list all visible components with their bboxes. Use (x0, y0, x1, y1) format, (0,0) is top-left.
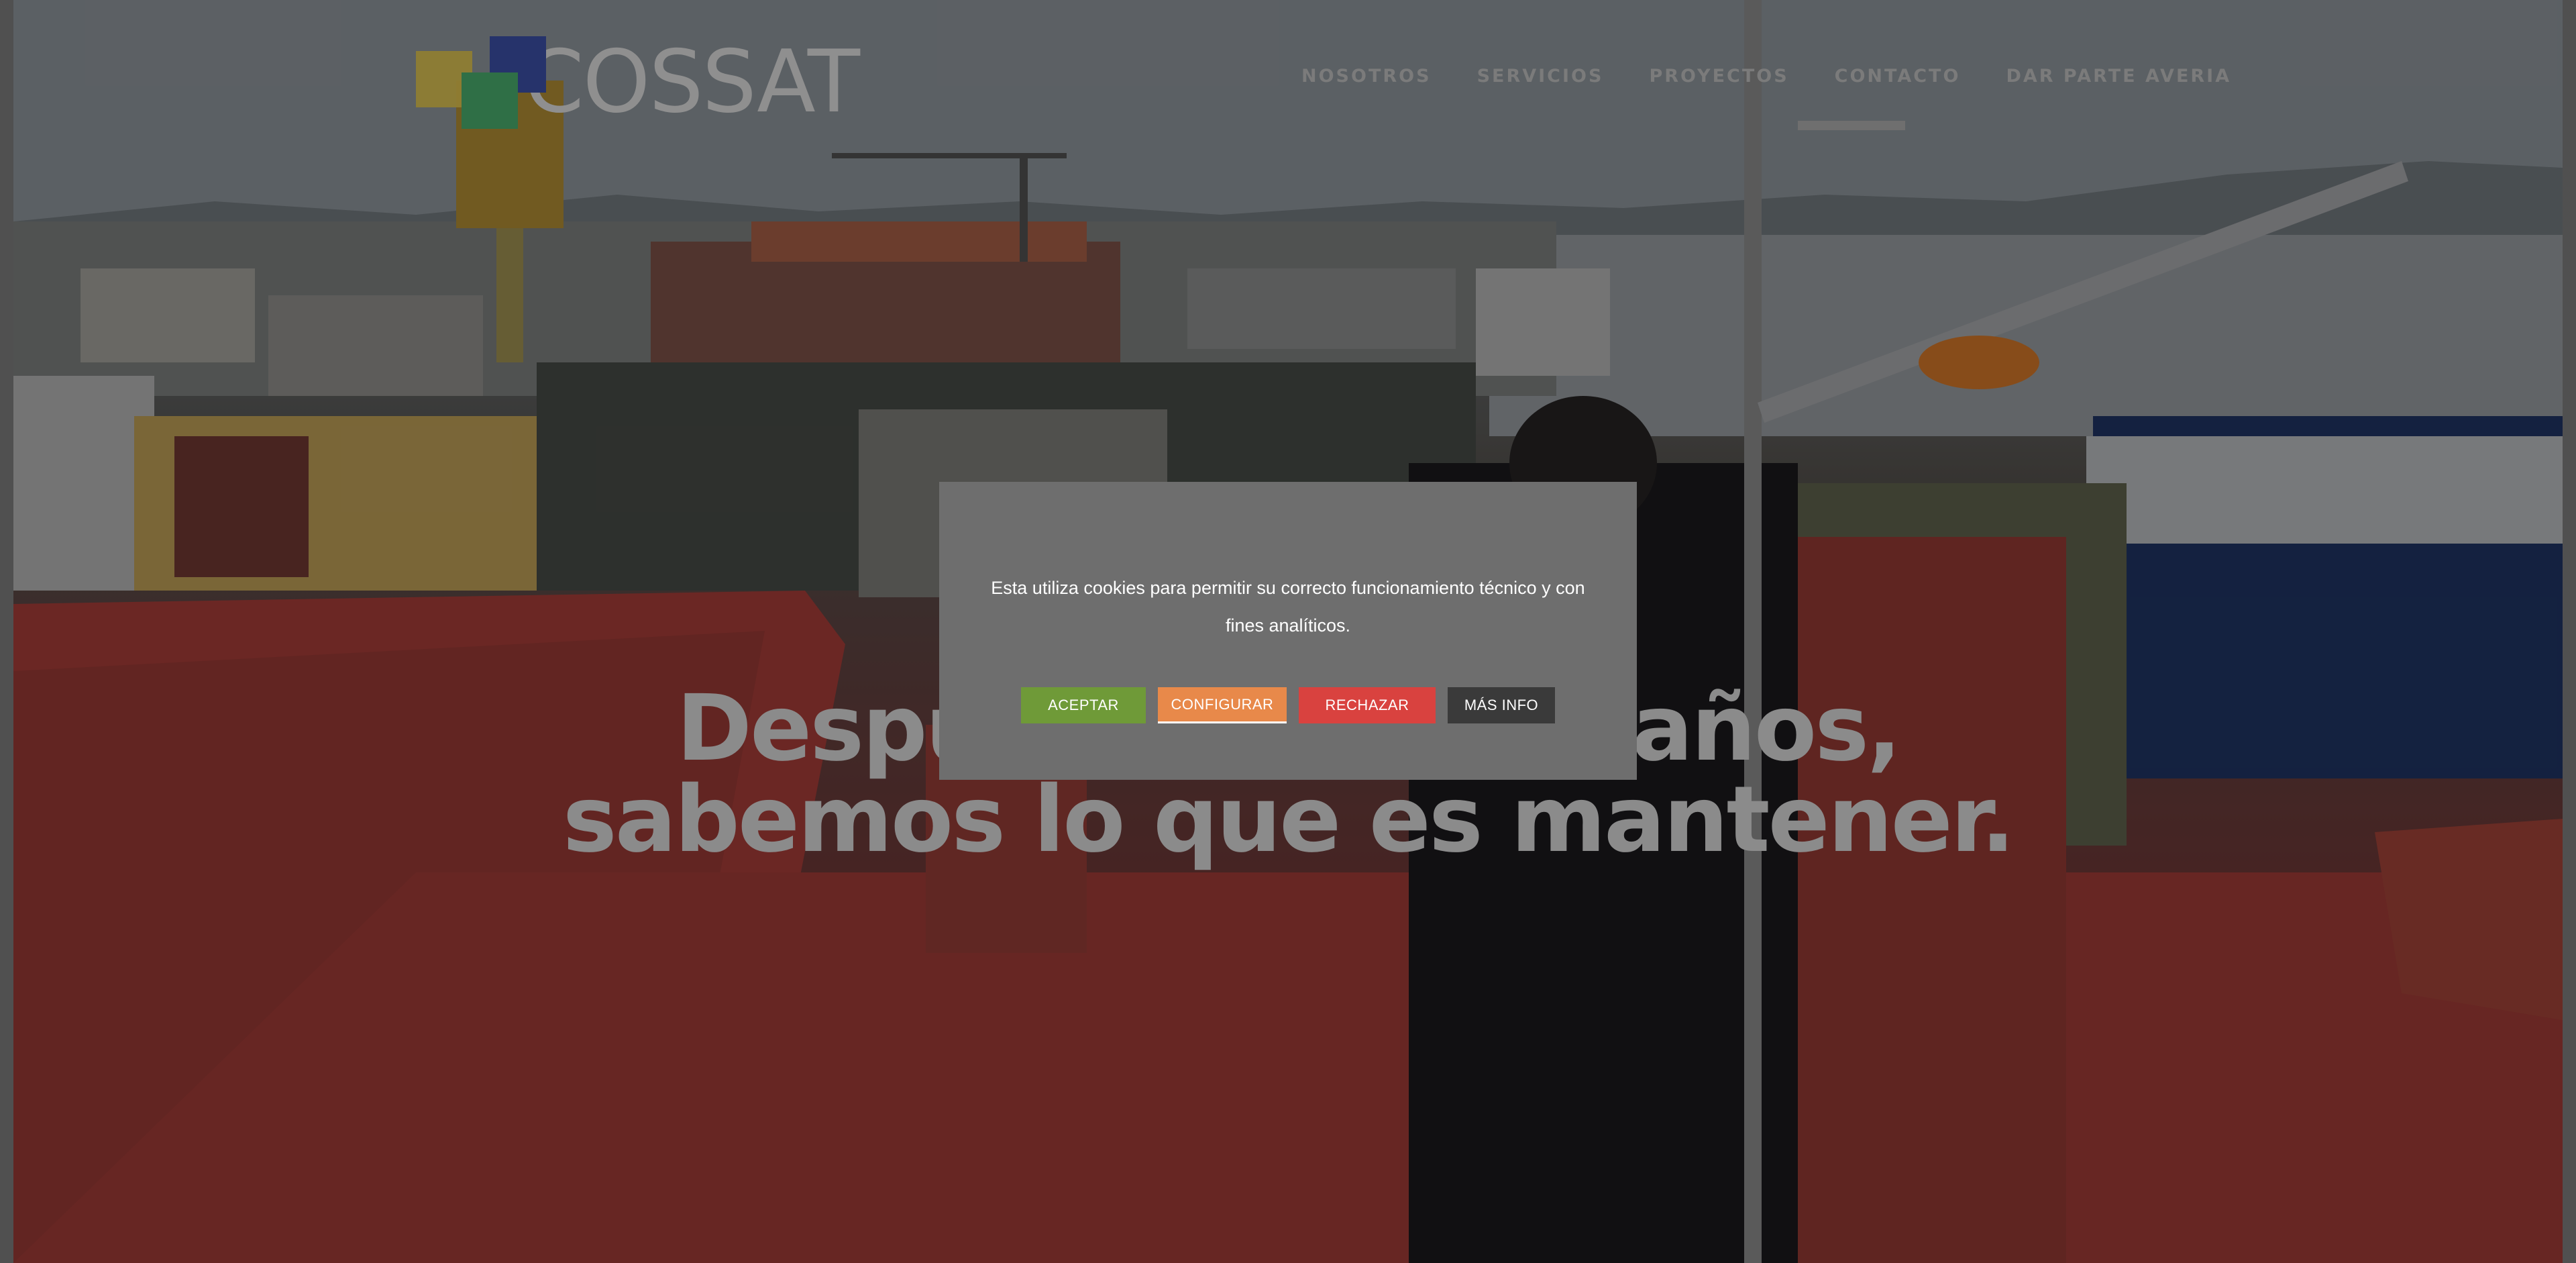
nav-item-dar-parte-averia[interactable]: DAR PARTE AVERIA (2006, 66, 2231, 87)
reject-cookies-button[interactable]: RECHAZAR (1299, 687, 1436, 723)
logo-square-green (462, 72, 518, 129)
logo-squares-icon (416, 26, 546, 140)
nav-item-nosotros[interactable]: NOSOTROS (1301, 66, 1432, 87)
nav-item-proyectos[interactable]: PROYECTOS (1649, 66, 1788, 87)
logo-text: COSSAT (524, 32, 860, 132)
site-header: COSSAT NOSOTROS SERVICIOS PROYECTOS CONT… (0, 0, 2576, 161)
page: COSSAT NOSOTROS SERVICIOS PROYECTOS CONT… (0, 0, 2576, 1263)
nav-item-contacto[interactable]: CONTACTO (1835, 66, 1961, 87)
cookie-button-group: ACEPTAR CONFIGURAR RECHAZAR MÁS INFO (939, 687, 1637, 723)
cookie-message: Esta utiliza cookies para permitir su co… (991, 578, 1585, 636)
nav-item-servicios[interactable]: SERVICIOS (1477, 66, 1604, 87)
cookie-consent-dialog: Esta utiliza cookies para permitir su co… (939, 482, 1637, 780)
main-nav: NOSOTROS SERVICIOS PROYECTOS CONTACTO DA… (1301, 66, 2231, 87)
hero-headline-line-2: sabemos lo que es mantener. (562, 767, 2015, 873)
cossat-logo[interactable]: COSSAT (416, 26, 860, 140)
accept-cookies-button[interactable]: ACEPTAR (1021, 687, 1146, 723)
configure-cookies-button[interactable]: CONFIGURAR (1158, 687, 1287, 723)
more-info-button[interactable]: MÁS INFO (1448, 687, 1555, 723)
